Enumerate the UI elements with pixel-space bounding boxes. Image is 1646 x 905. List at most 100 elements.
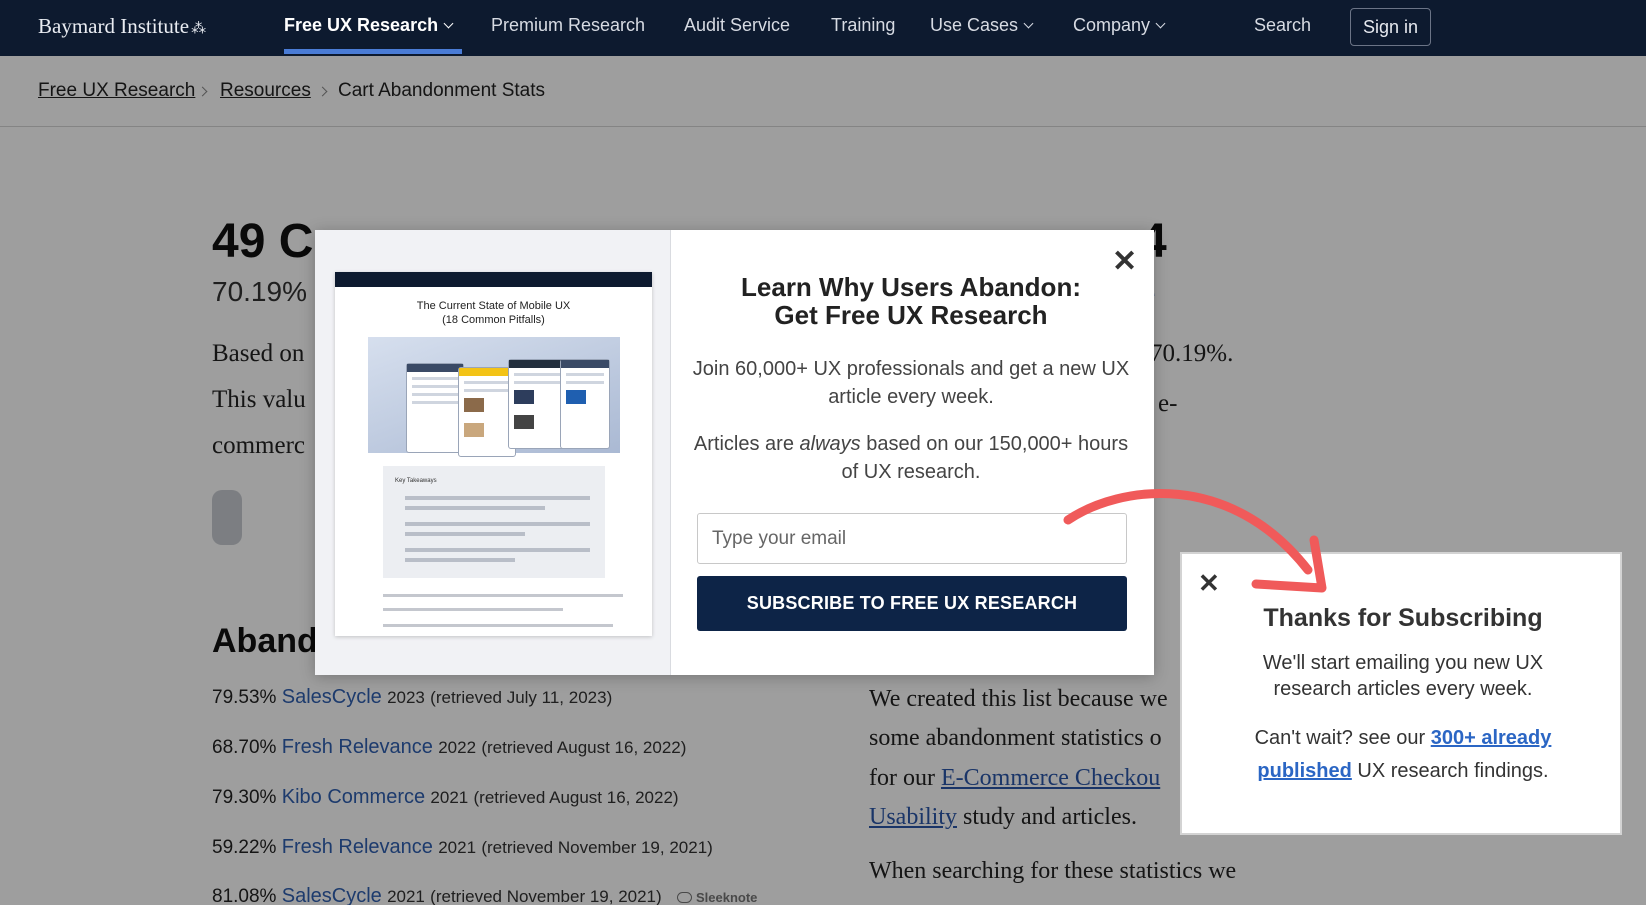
modal-emphasis: always: [799, 433, 861, 455]
right-col-line-2: some abandonment statistics o: [869, 725, 1162, 751]
stat-retrieved: (retrieved November 19, 2021): [430, 887, 662, 905]
stat-year: 2023: [387, 688, 425, 707]
stat-pct: 81.08%: [212, 886, 277, 905]
report-preview-image: The Current State of Mobile UX (18 Commo…: [335, 272, 652, 636]
curved-arrow-icon: [1063, 489, 1327, 593]
usability-link[interactable]: Usability: [869, 804, 957, 830]
breadcrumb-resources[interactable]: Resources: [220, 80, 311, 102]
active-nav-indicator: [284, 49, 462, 54]
nav-free-ux-research[interactable]: Free UX Research: [284, 15, 454, 36]
stat-pct: 79.30%: [212, 787, 277, 808]
intro-line-1: Based on: [212, 340, 305, 367]
scroll-handle[interactable]: [212, 490, 242, 545]
stat-row: 68.70% Fresh Relevance 2022 (retrieved A…: [212, 736, 686, 759]
preview-key-label: Key Takeaways: [395, 478, 437, 484]
thanks-message: We'll start emailing you new UX research…: [1262, 652, 1544, 700]
stat-year: 2022: [438, 738, 477, 757]
nav-premium-research[interactable]: Premium Research: [491, 15, 645, 36]
thanks-text: Can't wait? see our: [1254, 727, 1431, 749]
page-title: 49 C: [212, 215, 314, 268]
subscribe-modal: The Current State of Mobile UX (18 Commo…: [315, 230, 1154, 675]
stat-pct: 68.70%: [212, 737, 277, 758]
chevron-down-icon: [1023, 18, 1034, 29]
chevron-down-icon: [443, 18, 454, 29]
nav-use-cases[interactable]: Use Cases: [930, 15, 1034, 36]
modal-text: based on our 150,000+ hours of UX resear…: [841, 433, 1129, 483]
stat-retrieved: (retrieved August 16, 2022): [481, 738, 687, 757]
right-col-line-3: for our E-Commerce Checkou: [869, 765, 1160, 792]
chevron-down-icon: [1155, 18, 1166, 29]
nav-company[interactable]: Company: [1073, 15, 1166, 36]
preview-hero-image: [368, 337, 620, 457]
thanks-cta: Can't wait? see our 300+ already publish…: [1222, 722, 1584, 788]
stat-source-link[interactable]: Fresh Relevance: [282, 736, 433, 758]
preview-key-takeaways: Key Takeaways: [383, 466, 605, 578]
sign-in-button[interactable]: Sign in: [1350, 8, 1431, 46]
preview-title-line-1: The Current State of Mobile UX: [416, 300, 571, 312]
stat-source-link[interactable]: SalesCycle: [282, 686, 382, 708]
stat-retrieved: (retrieved November 19, 2021): [481, 838, 713, 857]
stat-source-link[interactable]: Fresh Relevance: [282, 836, 433, 858]
sleeknote-label: Sleeknote: [695, 890, 758, 905]
right-col-text: study and articles.: [957, 804, 1137, 830]
phone-mockup: [560, 359, 610, 449]
stat-pct: 59.22%: [212, 837, 277, 858]
chevron-right-icon: [317, 86, 328, 97]
sleeknote-badge[interactable]: Sleeknote: [676, 890, 758, 905]
stat-year: 2021: [387, 887, 425, 905]
nav-label: Company: [1073, 15, 1151, 35]
stat-year: 2021: [430, 788, 469, 807]
modal-title: Learn Why Users Abandon: Get Free UX Res…: [691, 273, 1131, 329]
page-subtitle: 70.19%: [212, 276, 307, 307]
intro-line-2-end: e-: [1158, 390, 1178, 417]
preview-title-line-2: (18 Common Pitfalls): [442, 314, 545, 326]
section-heading: Aband: [212, 622, 318, 660]
top-nav: Baymard Institute ⁂ Free UX Research Prem…: [0, 0, 1646, 56]
phone-mockup: [406, 363, 464, 453]
stat-row: 59.22% Fresh Relevance 2021 (retrieved N…: [212, 836, 713, 859]
preview-header-bar: [335, 272, 652, 287]
right-col-text: for our: [869, 765, 941, 791]
checkout-usability-link[interactable]: E-Commerce Checkou: [941, 765, 1160, 791]
chevron-right-icon: [197, 86, 208, 97]
logo[interactable]: Baymard Institute ⁂: [38, 14, 206, 39]
modal-preview-pane: The Current State of Mobile UX (18 Commo…: [315, 230, 671, 675]
intro-line-2: This valu: [212, 386, 306, 413]
right-col-line-4: Usability study and articles.: [869, 804, 1137, 831]
nav-training[interactable]: Training: [831, 15, 895, 36]
nav-label: Training: [831, 15, 896, 35]
right-col-line-5: When searching for these statistics we: [869, 858, 1237, 884]
logo-mark-icon: ⁂: [191, 21, 207, 37]
stat-row: 81.08% SalesCycle 2021 (retrieved Novemb…: [212, 885, 757, 905]
stat-row: 79.53% SalesCycle 2023 (retrieved July 1…: [212, 686, 612, 709]
modal-title-line-2: Get Free UX Research: [774, 300, 1048, 330]
stat-pct: 79.53%: [212, 687, 277, 708]
preview-title: The Current State of Mobile UX (18 Commo…: [335, 299, 652, 327]
intro-line-1-end: 70.19%.: [1150, 340, 1234, 367]
breadcrumb: Free UX Research Resources Cart Abandonm…: [0, 56, 1646, 127]
stat-retrieved: (retrieved July 11, 2023): [430, 688, 613, 707]
stat-row: 79.30% Kibo Commerce 2021 (retrieved Aug…: [212, 786, 679, 809]
modal-description: Join 60,000+ UX professionals and get a …: [692, 358, 1130, 408]
nav-audit-service[interactable]: Audit Service: [684, 15, 790, 36]
thanks-text: UX research findings.: [1351, 760, 1549, 782]
stat-retrieved: (retrieved August 16, 2022): [473, 788, 679, 807]
modal-text: Articles are: [693, 433, 800, 455]
stat-source-link[interactable]: SalesCycle: [282, 885, 382, 905]
breadcrumb-current: Cart Abandonment Stats: [338, 80, 546, 101]
nav-label: Premium Research: [491, 15, 646, 35]
breadcrumb-free-ux-research[interactable]: Free UX Research: [38, 80, 195, 102]
modal-title-line-1: Learn Why Users Abandon:: [741, 272, 1081, 302]
nav-label: Use Cases: [930, 15, 1019, 35]
logo-text: Baymard Institute: [38, 14, 190, 38]
nav-label: Free UX Research: [284, 15, 439, 35]
stat-year: 2021: [438, 838, 477, 857]
intro-line-3: commerc: [212, 432, 306, 459]
nav-search[interactable]: Search: [1254, 15, 1311, 36]
nav-label: Audit Service: [684, 15, 791, 35]
modal-description-2: Articles are always based on our 150,000…: [691, 430, 1131, 486]
sleeknote-icon: [676, 892, 692, 903]
right-col-line-1: We created this list because we: [869, 686, 1168, 712]
phone-mockup: [508, 359, 566, 449]
stat-source-link[interactable]: Kibo Commerce: [282, 786, 425, 808]
